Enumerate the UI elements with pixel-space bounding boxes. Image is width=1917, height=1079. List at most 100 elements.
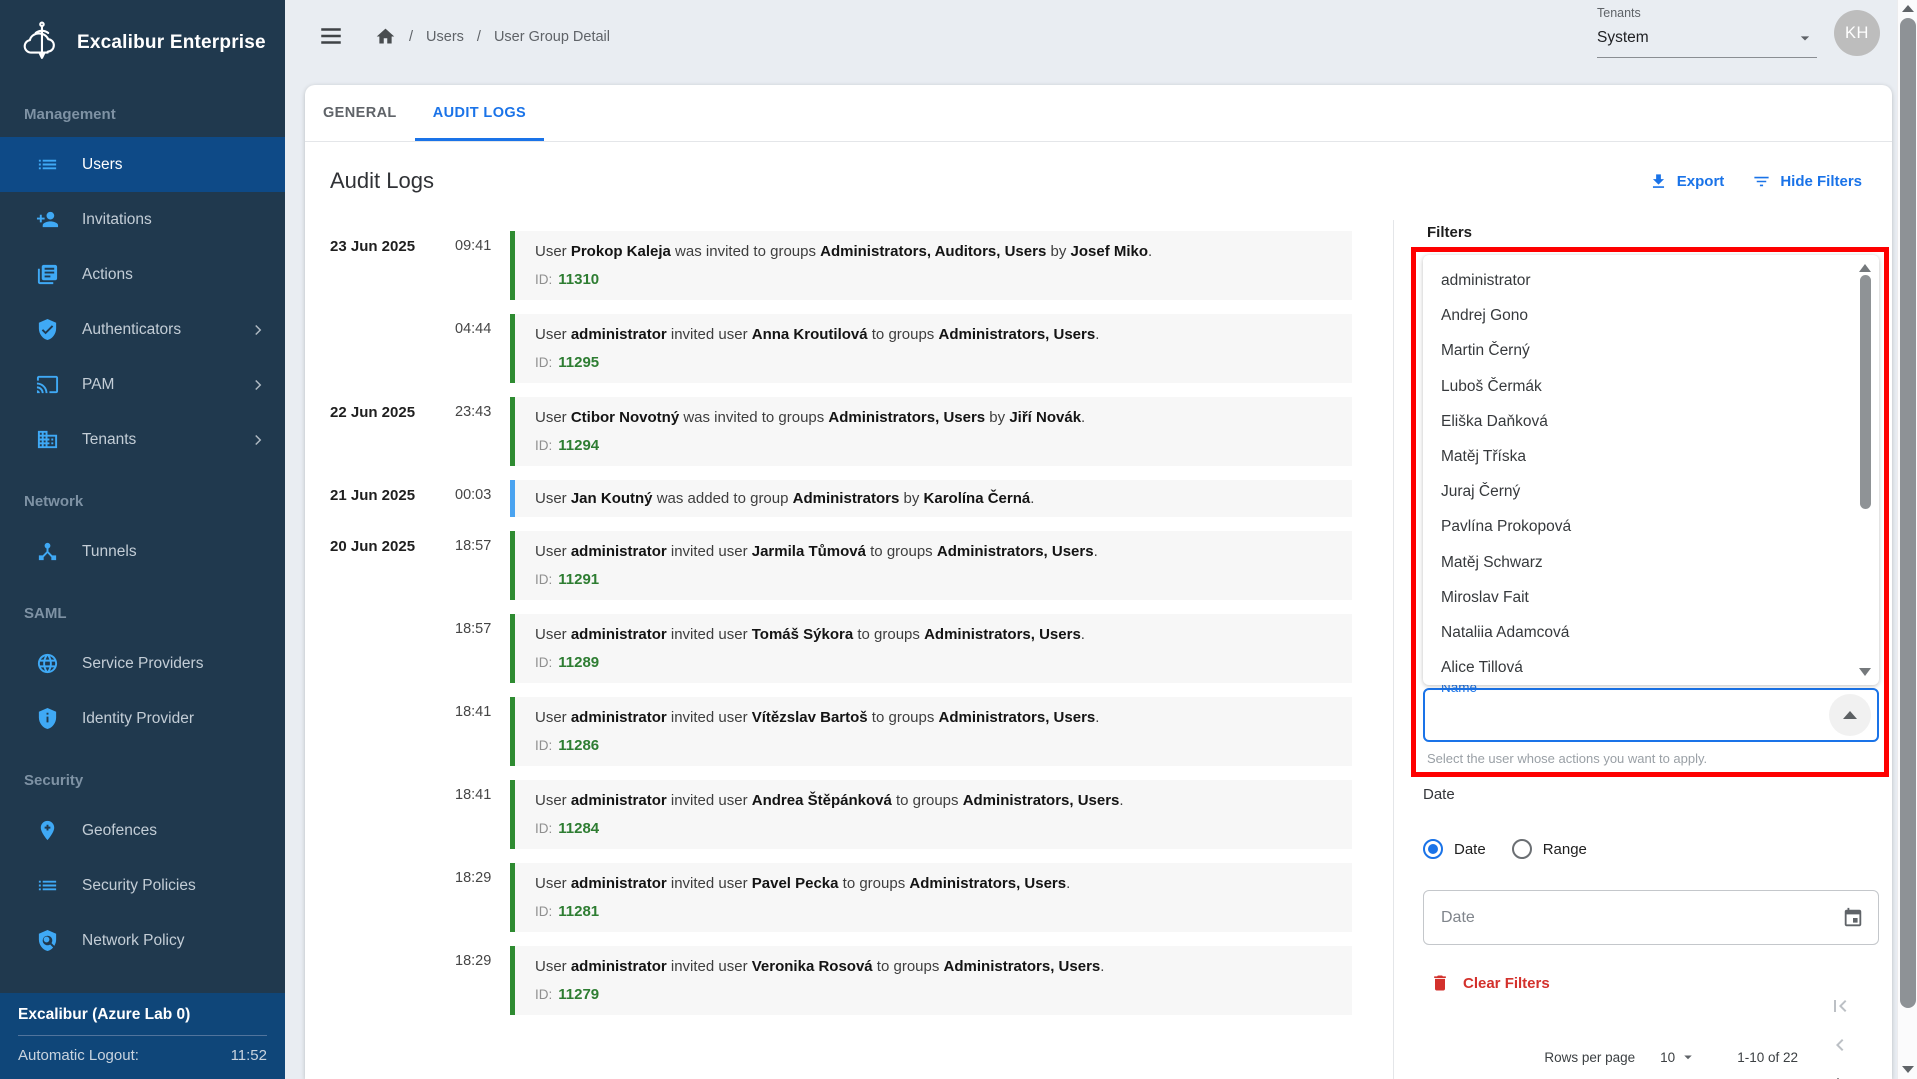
user-avatar[interactable]: KH [1834,10,1880,56]
log-message: User Prokop Kaleja was invited to groups… [535,242,1332,261]
page-scrollbar-thumb[interactable] [1900,18,1916,1008]
page-scrollbar[interactable] [1897,0,1917,1079]
user-option[interactable]: Pavlína Prokopová [1423,509,1879,544]
chevron-right-icon [249,431,267,449]
log-entry: User Jan Koutný was added to group Admin… [510,480,1352,517]
log-id: ID:11310 [535,271,1332,288]
date-mode-radio-group: Date Range [1423,839,1613,859]
sidebar-item-tenants[interactable]: Tenants [0,412,285,467]
brand-title: Excalibur Enterprise [77,32,266,54]
sidebar-item-invitations[interactable]: Invitations [0,192,285,247]
user-option[interactable]: Nataliia Adamcová [1423,615,1879,650]
sidebar-item-actions[interactable]: Actions [0,247,285,302]
log-date [330,697,455,766]
log-time: 18:57 [455,614,510,683]
sidebar-item-authenticators[interactable]: Authenticators [0,302,285,357]
log-time: 18:29 [455,946,510,1015]
sidebar-item-tunnels[interactable]: Tunnels [0,524,285,579]
chevron-up-icon [1843,711,1857,719]
rows-per-page-select[interactable]: 10 [1660,1048,1697,1066]
calendar-icon[interactable] [1842,907,1864,929]
radio-date-label: Date [1454,841,1486,858]
chevron-right-icon [249,376,267,394]
user-options-dropdown: administratorAndrej GonoMartin ČernýLubo… [1423,255,1879,685]
date-picker-field[interactable] [1423,890,1879,945]
user-option[interactable]: Martin Černý [1423,333,1879,368]
log-time: 23:43 [455,397,510,466]
log-message: User administrator invited user Veronika… [535,957,1332,976]
tab-audit-logs[interactable]: AUDIT LOGS [415,85,544,141]
first-page-button [1828,994,1852,1018]
user-option[interactable]: Juraj Černý [1423,474,1879,509]
user-option[interactable]: Andrej Gono [1423,298,1879,333]
globe-icon [36,652,59,675]
log-id: ID:11291 [535,571,1332,588]
collapse-dropdown-button[interactable] [1829,694,1871,736]
breadcrumb-users-link[interactable]: Users [426,29,464,45]
user-option[interactable]: Matěj Tříska [1423,439,1879,474]
auto-logout-time: 11:52 [231,1047,267,1064]
tab-general[interactable]: GENERAL [305,85,415,141]
dropdown-scrollbar-thumb[interactable] [1860,275,1871,509]
topbar: / Users / User Group Detail Tenants Syst… [285,0,1917,85]
log-message: User administrator invited user Anna Kro… [535,325,1332,344]
radio-range[interactable] [1512,839,1532,859]
radio-range-label: Range [1543,841,1587,858]
tab-bar: GENERAL AUDIT LOGS [305,85,1892,142]
date-input[interactable] [1441,905,1821,931]
log-message: User administrator invited user Pavel Pe… [535,874,1332,893]
sidebar-item-service-providers[interactable]: Service Providers [0,636,285,691]
nav-section-label: Management [0,80,285,137]
sidebar-item-users[interactable]: Users [0,137,285,192]
breadcrumb-separator: / [409,29,413,45]
user-option[interactable]: administrator [1423,263,1879,298]
menu-toggle-button[interactable] [318,23,344,49]
cloud-sword-logo [18,20,64,66]
content-header: Audit Logs Export Hide Filters [305,142,1892,220]
trash-icon [1430,973,1450,993]
sidebar-item-geofences[interactable]: Geofences [0,803,285,858]
tenant-select[interactable]: System [1597,20,1817,58]
export-button[interactable]: Export [1649,172,1725,191]
scroll-up-icon[interactable] [1859,264,1871,272]
hide-filters-button[interactable]: Hide Filters [1752,172,1862,191]
sidebar-item-identity-provider[interactable]: Identity Provider [0,691,285,746]
name-autocomplete-field[interactable]: Name [1423,688,1879,742]
tenants-label: Tenants [1597,6,1817,20]
log-entry: User administrator invited user Tomáš Sý… [510,614,1352,683]
chevron-down-icon [1679,1048,1697,1066]
sidebar-item-pam[interactable]: PAM [0,357,285,412]
log-time: 18:41 [455,780,510,849]
user-option[interactable]: Miroslav Fait [1423,580,1879,615]
log-date: 23 Jun 2025 [330,231,455,300]
user-option[interactable]: Eliška Daňková [1423,404,1879,439]
log-time: 00:03 [455,480,510,517]
user-option[interactable]: Alice Tillová [1423,650,1879,685]
list-icon [36,153,59,176]
name-input[interactable] [1439,698,1789,732]
sidebar-item-security-policies[interactable]: Security Policies [0,858,285,913]
scroll-up-icon[interactable] [1902,5,1914,12]
log-id: ID:11284 [535,820,1332,837]
user-option[interactable]: Luboš Čermák [1423,369,1879,404]
sidebar-item-network-policy[interactable]: Network Policy [0,913,285,968]
tenant-selected-value: System [1597,29,1649,47]
log-date: 22 Jun 2025 [330,397,455,466]
log-date: 21 Jun 2025 [330,480,455,517]
user-option[interactable]: Matěj Schwarz [1423,545,1879,580]
home-breadcrumb-link[interactable] [375,26,396,47]
person-add-icon [36,208,59,231]
log-message: User administrator invited user Jarmila … [535,542,1332,561]
log-id: ID:11281 [535,903,1332,920]
shield-search-icon [36,929,59,952]
log-id: ID:11279 [535,986,1332,1003]
clear-filters-button[interactable]: Clear Filters [1430,973,1550,993]
sidebar-nav: ManagementUsersInvitationsActionsAuthent… [0,80,285,993]
radio-date[interactable] [1423,839,1443,859]
log-id: ID:11294 [535,437,1332,454]
chevron-right-button[interactable] [1828,1072,1852,1079]
audit-log-row: 18:41User administrator invited user Vít… [330,697,1352,766]
scroll-down-icon[interactable] [1902,1066,1914,1073]
date-section-label: Date [1423,786,1455,803]
scroll-down-icon[interactable] [1859,668,1871,676]
